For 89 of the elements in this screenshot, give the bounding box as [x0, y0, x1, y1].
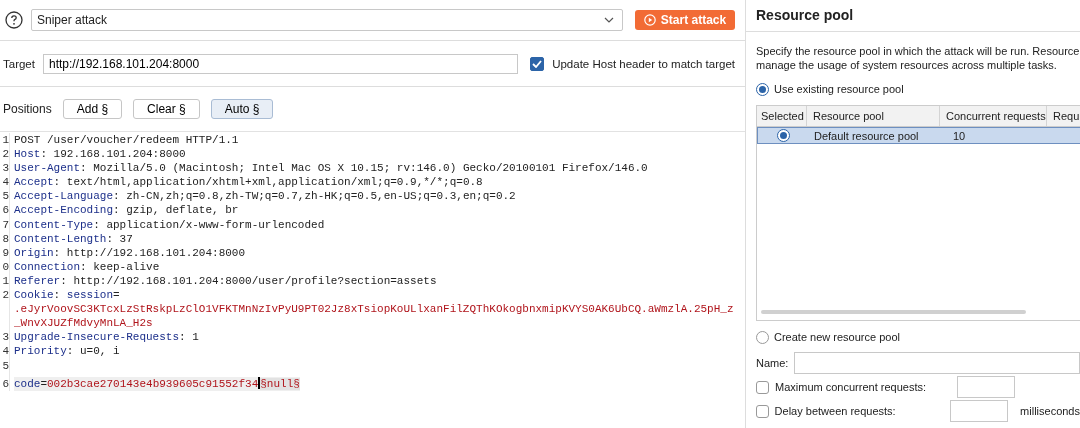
name-label: Name:: [756, 357, 789, 369]
header-name: Content-Length: [14, 232, 107, 245]
line-number: 6: [0, 203, 10, 218]
panel-title: Resource pool: [746, 0, 1080, 32]
position-button[interactable]: Auto §: [210, 99, 274, 119]
code-text: : 37: [106, 232, 133, 245]
max-concurrent-checkbox[interactable]: [756, 380, 769, 394]
header-name: Content-Type: [14, 218, 94, 231]
use-existing-radio[interactable]: [756, 82, 769, 96]
header-name: Accept-Language: [14, 190, 114, 203]
code-text: : 192.168.101.204:8000: [40, 148, 186, 161]
max-concurrent-field[interactable]: [957, 376, 1015, 398]
table-cell-text: 10: [952, 129, 967, 142]
header-name: session: [66, 289, 114, 302]
code-text: : text/html,application/xhtml+xml,application/xml;q=0.9,*/*;q=0.8: [53, 176, 483, 189]
header-name: Accept-Encoding: [14, 204, 114, 217]
column-header[interactable]: Concurrent requests: [940, 106, 1047, 126]
use-existing-label: Use existing resource pool: [774, 83, 904, 95]
header-name: Accept: [14, 176, 54, 189]
header-name: Upgrade-Insecure-Requests: [14, 331, 180, 344]
code-text: POST /user/voucher/redeem HTTP/1.1: [14, 134, 239, 146]
code-text: =: [40, 377, 47, 390]
code-text: :: [53, 289, 62, 302]
line-number: 4: [0, 175, 10, 190]
code-text: : gzip, deflate, br: [113, 204, 239, 217]
line-number: 6: [0, 376, 10, 391]
name-field[interactable]: [794, 352, 1080, 374]
parameter-value: 002b3cae270143e4b939605c91552f34: [47, 377, 259, 390]
payload-marker: §null§: [260, 377, 300, 390]
line-number: 2: [0, 288, 10, 331]
text-cursor: [258, 376, 261, 389]
code-text: =: [113, 289, 120, 302]
code-text: : 1: [179, 331, 199, 344]
header-name: Cookie: [14, 289, 54, 302]
line-number: 9: [0, 245, 10, 260]
line-number: 5: [0, 189, 10, 204]
line-number: 8: [0, 231, 10, 246]
header-name: Connection: [14, 260, 80, 273]
table-cell-text: Default resource pool: [813, 129, 920, 142]
attack-type-dropdown[interactable]: Sniper attack: [31, 9, 623, 31]
update-host-label: Update Host header to match target: [552, 57, 735, 70]
scrollbar[interactable]: [761, 310, 1026, 314]
target-field[interactable]: http://192.168.101.204:8000: [42, 53, 519, 74]
target-label: Target: [3, 57, 35, 70]
row-radio[interactable]: [776, 129, 790, 142]
create-new-radio[interactable]: [756, 330, 769, 344]
code-text: : u=0, i: [66, 345, 120, 358]
max-concurrent-label: Maximum concurrent requests:: [775, 381, 927, 393]
positions-label: Positions: [3, 102, 52, 116]
column-header[interactable]: Resource pool: [807, 106, 940, 126]
line-number: 3: [0, 161, 10, 176]
code-text: : http://192.168.101.204:8000/user/profile?section=assets: [60, 274, 437, 287]
delay-label: Delay between requests:: [774, 405, 897, 417]
cookie-value: .eJyrVoovSC3KTcxLzStRskpLzClO1VFKTMnNzIvPyU9PT02Jz8xTsiopKoULlxanFilZQThKOkogbnxmipKVYS0AK6UbCQ.aWmzlA.25pH_z: [14, 302, 734, 317]
header-name: User-Agent: [14, 162, 80, 175]
description-text: manage the usage of system resources across multiple tasks.: [756, 58, 1058, 72]
delay-checkbox[interactable]: [756, 404, 769, 418]
line-number: 2: [0, 147, 10, 162]
line-number: 1: [0, 273, 10, 289]
line-number: 0: [0, 259, 10, 274]
header-name: Referer: [14, 274, 61, 287]
unit-label: milliseconds: [1020, 405, 1080, 417]
delay-field[interactable]: [950, 400, 1009, 422]
header-name: Origin: [14, 246, 54, 259]
cookie-value: _WnvXJUZfMdvyMnLA_H2s: [14, 316, 154, 331]
line-number: 5: [0, 358, 10, 377]
line-number: 3: [0, 330, 10, 345]
position-button[interactable]: Add §: [62, 99, 123, 119]
chevron-down-icon: [604, 17, 614, 23]
code-text: : Mozilla/5.0 (Macintosh; Intel Mac OS X 10.15; rv:146.0) Gecko/20100101 Firefox/146.0: [80, 162, 648, 175]
line-number: 1: [0, 133, 10, 148]
line-number: 4: [0, 344, 10, 359]
code-text: : zh-CN,zh;q=0.8,zh-TW;q=0.7,zh-HK;q=0.5,en-US;q=0.3,en;q=0.2: [113, 190, 516, 203]
create-new-label: Create new resource pool: [774, 331, 900, 343]
code-text: : application/x-www-form-urlencoded: [93, 218, 325, 231]
position-button[interactable]: Clear §: [133, 99, 200, 119]
column-header[interactable]: Requ: [1047, 106, 1080, 126]
header-name: Host: [14, 148, 41, 161]
column-header[interactable]: Selected: [757, 106, 807, 126]
header-name: Priority: [14, 345, 67, 358]
table-row[interactable]: Default resource pool 10: [757, 127, 1080, 144]
help-icon[interactable]: [5, 11, 23, 29]
line-number: 7: [0, 217, 10, 232]
code-text: : http://192.168.101.204:8000: [53, 246, 246, 259]
play-icon: [643, 14, 656, 26]
update-host-checkbox[interactable]: [530, 56, 545, 71]
header-name: code: [14, 377, 41, 390]
code-text: : keep-alive: [80, 260, 160, 273]
description-text: Specify the resource pool in which the attack will be run. Resource: [756, 44, 1080, 58]
